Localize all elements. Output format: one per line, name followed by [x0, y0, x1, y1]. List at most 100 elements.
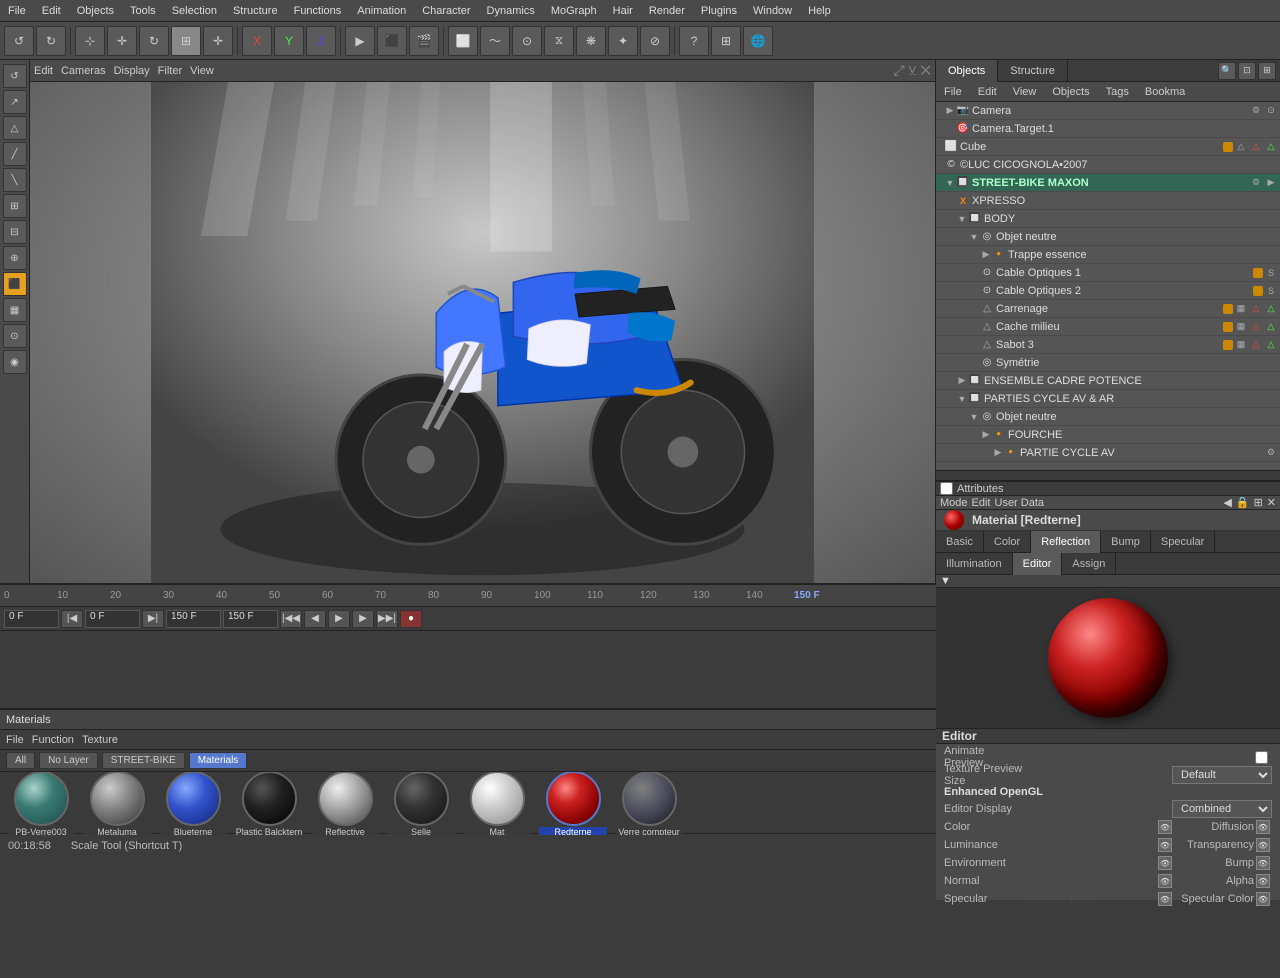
editor-display-select[interactable]: Combined	[1172, 800, 1272, 818]
menu-objects[interactable]: Objects	[69, 5, 122, 17]
menu-dynamics[interactable]: Dynamics	[479, 5, 543, 17]
x-axis[interactable]: X	[242, 26, 272, 56]
filter-all[interactable]: All	[6, 752, 35, 769]
obj-neutre1-expand[interactable]: ▼	[968, 231, 980, 243]
mat-item-redterne[interactable]: Redterne	[538, 772, 608, 835]
left-tool-4[interactable]: ╱	[3, 142, 27, 166]
add-object[interactable]: ✛	[203, 26, 233, 56]
obj-parties[interactable]: ▼ 🔲 PARTIES CYCLE AV & AR	[936, 390, 1280, 408]
particle-tool[interactable]: ✦	[608, 26, 638, 56]
obj-ensemble-expand[interactable]: ▶	[956, 375, 968, 387]
obj-cube[interactable]: ⬜ Cube △ △ △	[936, 138, 1280, 156]
attr-userdata[interactable]: User Data	[995, 497, 1045, 509]
render-region[interactable]: ⬛	[377, 26, 407, 56]
mat-item-selle[interactable]: Selle	[386, 772, 456, 835]
specular-color-eye-icon[interactable]: 👁	[1256, 892, 1270, 906]
animate-preview-check[interactable]	[1255, 751, 1268, 764]
viewport-menu-display[interactable]: Display	[114, 65, 150, 77]
material-expand-arrow[interactable]: ▼	[940, 575, 951, 587]
mat-tab-basic[interactable]: Basic	[936, 531, 984, 553]
menu-render[interactable]: Render	[641, 5, 693, 17]
left-tool-10[interactable]: ▦	[3, 298, 27, 322]
left-tool-5[interactable]: ╲	[3, 168, 27, 192]
menu-functions[interactable]: Functions	[286, 5, 350, 17]
obj-carrenage[interactable]: △ Carrenage ▦ △ △	[936, 300, 1280, 318]
left-tool-11[interactable]: ⊙	[3, 324, 27, 348]
menu-animation[interactable]: Animation	[349, 5, 414, 17]
calc-tool[interactable]: ⊞	[711, 26, 741, 56]
obj-trappe[interactable]: ▶ 🔸 Trappe essence	[936, 246, 1280, 264]
objects-search-icon[interactable]: 🔍	[1218, 62, 1236, 80]
tab-objects[interactable]: Objects	[936, 60, 998, 82]
menu-character[interactable]: Character	[414, 5, 478, 17]
obj-camera-ctrl1[interactable]: ⚙	[1249, 104, 1263, 118]
record-button[interactable]: ●	[400, 610, 422, 628]
play-button[interactable]: ▶	[328, 610, 350, 628]
mat-menu-file[interactable]: File	[6, 734, 24, 746]
objects-home-icon[interactable]: ⊡	[1238, 62, 1256, 80]
attr-mode[interactable]: Mode	[940, 497, 968, 509]
left-tool-12[interactable]: ◉	[3, 350, 27, 374]
mat-tab-illumination[interactable]: Illumination	[936, 553, 1013, 575]
obj-menu-view[interactable]: View	[1005, 86, 1045, 98]
obj-body-expand[interactable]: ▼	[956, 213, 968, 225]
tab-structure[interactable]: Structure	[998, 60, 1068, 82]
attr-arrow-left[interactable]: ◀	[1223, 496, 1231, 509]
texture-preview-select[interactable]: Default	[1172, 766, 1272, 784]
left-tool-6[interactable]: ⊞	[3, 194, 27, 218]
color-eye-icon[interactable]: 👁	[1158, 820, 1172, 834]
scale-tool[interactable]: ⊞	[171, 26, 201, 56]
z-axis[interactable]: Z	[306, 26, 336, 56]
render-frame[interactable]: ▶	[345, 26, 375, 56]
mat-item-verre[interactable]: Verre compteur	[614, 772, 684, 835]
viewport-menu-filter[interactable]: Filter	[158, 65, 182, 77]
obj-parties-expand[interactable]: ▼	[956, 393, 968, 405]
current-frame-input[interactable]: 0 F	[4, 610, 59, 628]
y-axis[interactable]: Y	[274, 26, 304, 56]
obj-body[interactable]: ▼ 🔲 BODY	[936, 210, 1280, 228]
go-end-button[interactable]: ▶▶|	[376, 610, 398, 628]
obj-cache[interactable]: △ Cache milieu ▦ △ △	[936, 318, 1280, 336]
obj-camera-expand[interactable]: ▶	[944, 105, 956, 117]
attr-edit[interactable]: Edit	[972, 497, 991, 509]
go-start-button[interactable]: |◀◀	[280, 610, 302, 628]
environment-eye-icon[interactable]: 👁	[1158, 856, 1172, 870]
obj-menu-objects[interactable]: Objects	[1044, 86, 1097, 98]
obj-ensemble[interactable]: ▶ 🔲 ENSEMBLE CADRE POTENCE	[936, 372, 1280, 390]
end-frame-input[interactable]: 150 F	[166, 610, 221, 628]
globe-tool[interactable]: 🌐	[743, 26, 773, 56]
diffusion-eye-icon[interactable]: 👁	[1256, 820, 1270, 834]
rotate-tool[interactable]: ↻	[139, 26, 169, 56]
menu-structure[interactable]: Structure	[225, 5, 286, 17]
prev-frame-button[interactable]: ◀	[304, 610, 326, 628]
mat-item-mat[interactable]: Mat	[462, 772, 532, 835]
mat-menu-texture[interactable]: Texture	[82, 734, 118, 746]
mat-item-blueterne[interactable]: Blueterne	[158, 772, 228, 835]
bump-eye-icon[interactable]: 👁	[1256, 856, 1270, 870]
obj-fourche-expand[interactable]: ▶	[980, 429, 992, 441]
prev-key-button[interactable]: |◀	[61, 610, 83, 628]
total-frame-input[interactable]: 150 F	[223, 610, 278, 628]
deform-tool[interactable]: ⧖	[544, 26, 574, 56]
obj-partiecycle-expand[interactable]: ▶	[992, 447, 1004, 459]
viewport-menu-view[interactable]: View	[190, 65, 214, 77]
obj-streetbike-expand[interactable]: ▼	[944, 177, 956, 189]
menu-edit[interactable]: Edit	[34, 5, 69, 17]
next-frame-button[interactable]: ▶	[352, 610, 374, 628]
attr-close-icon[interactable]: ✕	[1267, 496, 1276, 509]
obj-cable2[interactable]: ⊙ Cable Optiques 2 S	[936, 282, 1280, 300]
menu-help[interactable]: Help	[800, 5, 839, 17]
obj-trappe-expand[interactable]: ▶	[980, 249, 992, 261]
left-tool-9[interactable]: ⬛	[3, 272, 27, 296]
misc-tool[interactable]: ⊘	[640, 26, 670, 56]
transparency-eye-icon[interactable]: 👁	[1256, 838, 1270, 852]
undo-button[interactable]: ↺	[4, 26, 34, 56]
goto-frame-input[interactable]: 0 F	[85, 610, 140, 628]
obj-menu-edit[interactable]: Edit	[970, 86, 1005, 98]
attr-lock-icon[interactable]: 🔒	[1236, 496, 1250, 509]
left-tool-7[interactable]: ⊟	[3, 220, 27, 244]
redo-button[interactable]: ↻	[36, 26, 66, 56]
menu-plugins[interactable]: Plugins	[693, 5, 745, 17]
mat-tab-color[interactable]: Color	[984, 531, 1031, 553]
viewport-resize-handle[interactable]: ⤢ ⊻ ✕	[893, 62, 931, 79]
